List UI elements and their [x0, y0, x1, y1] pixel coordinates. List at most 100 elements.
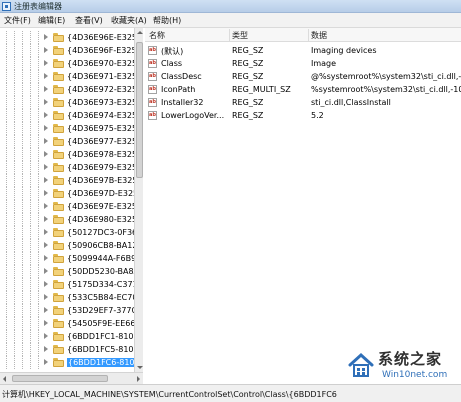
- expand-arrow-icon[interactable]: [44, 164, 48, 170]
- expand-arrow-icon[interactable]: [44, 307, 48, 313]
- value-row[interactable]: ab LowerLogoVer... REG_SZ 5.2: [145, 109, 461, 122]
- tree-item[interactable]: {4D36E96F-E325: [0, 44, 137, 57]
- tree-guide-line: [38, 122, 39, 135]
- expand-arrow-icon[interactable]: [44, 216, 48, 222]
- tree-item[interactable]: {4D36E979-E325: [0, 161, 137, 174]
- tree-vertical-scroll-thumb[interactable]: [136, 42, 143, 178]
- tree-guide-line: [38, 226, 39, 239]
- tree-item[interactable]: {4D36E978-E325: [0, 148, 137, 161]
- tree-guide-line: [30, 265, 31, 278]
- tree-item[interactable]: {4D36E974-E325: [0, 109, 137, 122]
- folder-icon: [53, 33, 64, 42]
- scroll-up-arrow-icon[interactable]: [137, 31, 143, 34]
- value-row[interactable]: ab Installer32 REG_SZ sti_ci.dll,ClassInsta…: [145, 96, 461, 109]
- scroll-left-arrow-icon[interactable]: [3, 376, 6, 382]
- tree-item[interactable]: {5099944A-F6B9: [0, 252, 137, 265]
- menu-file[interactable]: 文件(F): [4, 15, 31, 26]
- value-name: IconPath: [161, 85, 196, 94]
- tree-guide-line: [22, 265, 23, 278]
- expand-arrow-icon[interactable]: [44, 86, 48, 92]
- tree-item[interactable]: {4D36E972-E325: [0, 83, 137, 96]
- tree-item[interactable]: {4D36E97E-E325: [0, 200, 137, 213]
- tree-guide-line: [6, 226, 7, 239]
- expand-arrow-icon[interactable]: [44, 47, 48, 53]
- expand-arrow-icon[interactable]: [44, 281, 48, 287]
- string-value-icon: ab: [148, 98, 157, 107]
- tree-item[interactable]: {6BDD1FC1-810F: [0, 330, 138, 343]
- tree-vertical-scrollbar[interactable]: [134, 28, 143, 372]
- tree-item[interactable]: {4D36E96E-E325: [0, 31, 137, 44]
- expand-arrow-icon[interactable]: [44, 203, 48, 209]
- column-header-name[interactable]: 名称: [149, 30, 165, 41]
- tree-item-label: {4D36E97B-E325: [67, 176, 138, 185]
- tree-item[interactable]: {54505F9E-EE66: [0, 317, 135, 330]
- expand-arrow-icon[interactable]: [44, 190, 48, 196]
- tree-item[interactable]: {533C5B84-EC70: [0, 291, 137, 304]
- menu-favorites[interactable]: 收藏夹(A): [111, 15, 147, 26]
- value-row[interactable]: ab ClassDesc REG_SZ @%systemroot%\system32\…: [145, 70, 461, 83]
- expand-arrow-icon[interactable]: [44, 177, 48, 183]
- column-divider[interactable]: [229, 29, 230, 41]
- expand-arrow-icon[interactable]: [44, 268, 48, 274]
- value-row[interactable]: ab (默认) REG_SZ Imaging devices: [145, 44, 461, 57]
- value-row[interactable]: ab IconPath REG_MULTI_SZ %systemroot%\syste…: [145, 83, 461, 96]
- column-header-data[interactable]: 数据: [311, 30, 327, 41]
- tree-item[interactable]: {50127DC3-0F36: [0, 226, 137, 239]
- folder-icon: [53, 150, 64, 159]
- column-header-type[interactable]: 类型: [232, 30, 248, 41]
- tree-item[interactable]: {4D36E973-E325: [0, 96, 137, 109]
- tree-guide-line: [6, 317, 7, 330]
- tree-item[interactable]: {4D36E980-E325: [0, 213, 137, 226]
- tree-guide-line: [38, 200, 39, 213]
- menu-edit[interactable]: 编辑(E): [38, 15, 65, 26]
- tree-guide-line: [30, 330, 31, 343]
- expand-arrow-icon[interactable]: [44, 320, 48, 326]
- expand-arrow-icon[interactable]: [44, 138, 48, 144]
- tree-item-label: {5099944A-F6B9: [67, 254, 137, 263]
- tree-item[interactable]: {6BDD1FC5-810F: [0, 343, 138, 356]
- value-data: Image: [311, 59, 337, 68]
- tree-item[interactable]: {4D36E970-E325: [0, 57, 137, 70]
- expand-arrow-icon[interactable]: [44, 294, 48, 300]
- key-tree-pane[interactable]: {4D36E96E-E325 {4D36E96F-E325 {4D36E970-E3…: [0, 28, 143, 372]
- tree-item[interactable]: {4D36E971-E325: [0, 70, 137, 83]
- tree-guide-line: [30, 44, 31, 57]
- tree-item[interactable]: {6BDD1FC6-810F: [0, 356, 141, 369]
- tree-guide-line: [6, 57, 7, 70]
- folder-icon: [53, 228, 64, 237]
- tree-item[interactable]: {5175D334-C371: [0, 278, 138, 291]
- value-row[interactable]: ab Class REG_SZ Image: [145, 57, 461, 70]
- tree-item[interactable]: {50DD5230-BA8A: [0, 265, 139, 278]
- expand-arrow-icon[interactable]: [44, 60, 48, 66]
- scroll-down-arrow-icon[interactable]: [137, 366, 143, 369]
- tree-horizontal-scrollbar[interactable]: [0, 372, 143, 384]
- menu-help[interactable]: 帮助(H): [153, 15, 181, 26]
- expand-arrow-icon[interactable]: [44, 229, 48, 235]
- tree-item[interactable]: {4D36E977-E325: [0, 135, 137, 148]
- expand-arrow-icon[interactable]: [44, 359, 48, 365]
- menu-view[interactable]: 查看(V): [75, 15, 103, 26]
- expand-arrow-icon[interactable]: [44, 346, 48, 352]
- tree-guide-line: [38, 96, 39, 109]
- expand-arrow-icon[interactable]: [44, 242, 48, 248]
- tree-item[interactable]: {4D36E97D-E325: [0, 187, 138, 200]
- expand-arrow-icon[interactable]: [44, 99, 48, 105]
- tree-item[interactable]: {4D36E97B-E325: [0, 174, 138, 187]
- expand-arrow-icon[interactable]: [44, 255, 48, 261]
- expand-arrow-icon[interactable]: [44, 112, 48, 118]
- column-divider[interactable]: [308, 29, 309, 41]
- tree-guide-line: [6, 109, 7, 122]
- tree-horizontal-scroll-thumb[interactable]: [12, 375, 108, 382]
- tree-item[interactable]: {4D36E975-E325: [0, 122, 137, 135]
- tree-item[interactable]: {50906CB8-BA12: [0, 239, 137, 252]
- scroll-right-arrow-icon[interactable]: [137, 376, 140, 382]
- tree-guide-line: [30, 317, 31, 330]
- folder-icon: [53, 280, 64, 289]
- expand-arrow-icon[interactable]: [44, 125, 48, 131]
- expand-arrow-icon[interactable]: [44, 34, 48, 40]
- expand-arrow-icon[interactable]: [44, 333, 48, 339]
- string-value-icon: ab: [148, 46, 157, 55]
- expand-arrow-icon[interactable]: [44, 73, 48, 79]
- expand-arrow-icon[interactable]: [44, 151, 48, 157]
- tree-item[interactable]: {53D29EF7-377C: [0, 304, 137, 317]
